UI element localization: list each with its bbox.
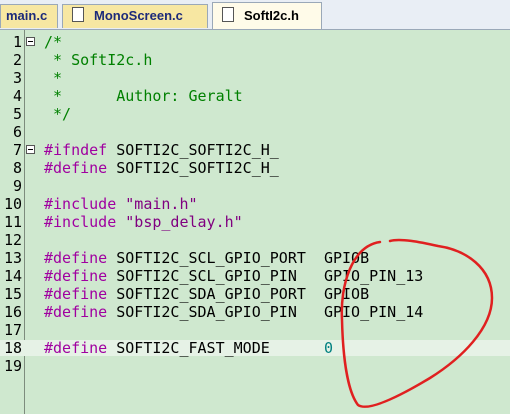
- code-text: #include "main.h": [44, 196, 198, 212]
- code-line[interactable]: 5 */: [0, 106, 510, 122]
- code-text: *: [44, 69, 63, 87]
- code-line[interactable]: 8 #define SOFTI2C_SOFTI2C_H_: [0, 160, 510, 176]
- tab-label: SoftI2c.h: [244, 8, 299, 23]
- code-text: * SoftI2c.h: [44, 51, 153, 69]
- preprocessor-keyword: #define: [44, 303, 108, 321]
- tab-label: MonoScreen.c: [94, 8, 183, 23]
- preprocessor-keyword: #define: [44, 339, 108, 357]
- line-number: 17: [3, 321, 22, 339]
- string-literal: "bsp_delay.h": [116, 213, 243, 231]
- tab-bar: main.c MonoScreen.c SoftI2c.h: [0, 0, 510, 30]
- code-line[interactable]: 11 #include "bsp_delay.h": [0, 214, 510, 230]
- file-icon: [222, 7, 234, 22]
- line-number: 13: [3, 249, 22, 267]
- code-text: #define SOFTI2C_SDA_GPIO_PORT GPIOB: [44, 285, 370, 303]
- line-number: 3: [12, 69, 22, 87]
- code-text: #define SOFTI2C_SOFTI2C_H_: [44, 159, 279, 177]
- code-line[interactable]: 1 /*: [0, 34, 510, 50]
- line-number: 19: [3, 357, 22, 375]
- line-number: 7: [12, 141, 22, 159]
- code-text: #define SOFTI2C_SCL_GPIO_PIN GPIO_PIN_13: [44, 267, 424, 285]
- line-number: 18: [3, 339, 22, 357]
- preprocessor-keyword: #define: [44, 159, 108, 177]
- code-text: #include "bsp_delay.h": [44, 214, 243, 230]
- line-number: 16: [3, 303, 22, 321]
- code-line[interactable]: 16 #define SOFTI2C_SDA_GPIO_PIN GPIO_PIN_…: [0, 304, 510, 320]
- line-number: 9: [12, 177, 22, 195]
- line-number: 6: [12, 123, 22, 141]
- line-number: 12: [3, 231, 22, 249]
- line-number: 10: [3, 195, 22, 213]
- tab-softi2c-h[interactable]: SoftI2c.h: [212, 2, 322, 29]
- line-number: 15: [3, 285, 22, 303]
- preprocessor-keyword: #define: [44, 267, 108, 285]
- line-number: 2: [12, 51, 22, 69]
- code-line[interactable]: 14 #define SOFTI2C_SCL_GPIO_PIN GPIO_PIN_…: [0, 268, 510, 284]
- line-number: 14: [3, 267, 22, 285]
- fold-toggle-icon[interactable]: [26, 37, 35, 46]
- code-line[interactable]: 19: [0, 358, 510, 374]
- line-number: 8: [12, 159, 22, 177]
- code-line[interactable]: 2 * SoftI2c.h: [0, 52, 510, 68]
- file-icon: [72, 7, 84, 22]
- preprocessor-keyword: #define: [44, 285, 108, 303]
- code-line[interactable]: 10 #include "main.h": [0, 196, 510, 212]
- code-text: * Author: Geralt: [44, 87, 243, 105]
- code-text: */: [44, 105, 72, 123]
- code-line[interactable]: 12: [0, 232, 510, 248]
- line-number: 11: [3, 213, 22, 231]
- line-number: 4: [12, 87, 22, 105]
- preprocessor-keyword: #ifndef: [44, 141, 108, 159]
- code-editor[interactable]: 1/* 2 * SoftI2c.h 3 * 4 * Author: Geralt 5 *…: [0, 30, 510, 414]
- code-line[interactable]: 6: [0, 124, 510, 140]
- code-text: #ifndef SOFTI2C_SOFTI2C_H_: [44, 141, 279, 159]
- tab-label: main.c: [6, 8, 48, 23]
- line-number: 5: [12, 105, 22, 123]
- code-line[interactable]: 17: [0, 322, 510, 338]
- preprocessor-keyword: #include: [44, 213, 117, 231]
- code-text: #define SOFTI2C_FAST_MODE 0: [44, 339, 333, 357]
- code-text: /*: [44, 33, 63, 51]
- code-text: #define SOFTI2C_SCL_GPIO_PORT GPIOB: [44, 249, 370, 267]
- code-line[interactable]: 3 *: [0, 70, 510, 86]
- number-literal: 0: [323, 339, 333, 357]
- preprocessor-keyword: #include: [44, 195, 117, 213]
- preprocessor-keyword: #define: [44, 249, 108, 267]
- code-line[interactable]: 18 #define SOFTI2C_FAST_MODE 0: [0, 340, 510, 356]
- code-line[interactable]: 7 #ifndef SOFTI2C_SOFTI2C_H_: [0, 142, 510, 158]
- fold-toggle-icon[interactable]: [26, 145, 35, 154]
- line-number: 1: [12, 33, 22, 51]
- tab-monoscreen-c[interactable]: MonoScreen.c: [62, 4, 208, 28]
- tab-main-c[interactable]: main.c: [0, 4, 58, 28]
- code-line[interactable]: 4 * Author: Geralt: [0, 88, 510, 104]
- code-line[interactable]: 15 #define SOFTI2C_SDA_GPIO_PORT GPIOB: [0, 286, 510, 302]
- code-line[interactable]: 9: [0, 178, 510, 194]
- code-text: #define SOFTI2C_SDA_GPIO_PIN GPIO_PIN_14: [44, 303, 424, 321]
- code-line[interactable]: 13 #define SOFTI2C_SCL_GPIO_PORT GPIOB: [0, 250, 510, 266]
- string-literal: "main.h": [116, 195, 198, 213]
